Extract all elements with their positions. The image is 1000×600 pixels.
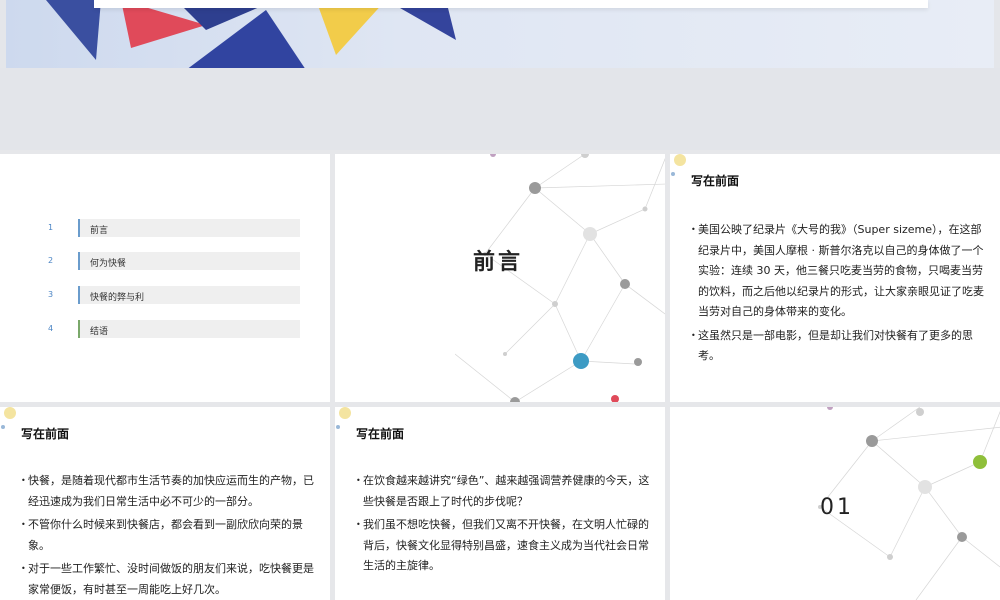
- bullet-list: 快餐，是随着现代都市生活节奏的加快应运而生的产物，已经迅速成为我们日常生活中必不…: [21, 471, 321, 600]
- slide-heading: 写在前面: [691, 174, 740, 188]
- toc-label: 前言: [90, 226, 109, 236]
- toc-number: 1: [48, 223, 54, 232]
- slide-intro-2[interactable]: 写在前面 快餐，是随着现代都市生活节奏的加快应运而生的产物，已经迅速成为我们日常…: [0, 407, 330, 600]
- toc-label: 结语: [90, 327, 109, 337]
- slide-heading: 写在前面: [21, 427, 70, 441]
- bullet-list: 在饮食越来越讲究“绿色”、越来越强调营养健康的今天，这些快餐是否跟上了时代的步伐…: [356, 471, 656, 580]
- corner-bubble-decoration: [1, 407, 16, 429]
- toc-bar: [78, 219, 300, 237]
- section-title: 前言: [473, 250, 524, 275]
- bullet-item: 我们虽不想吃快餐，但我们又离不开快餐，在文明人忙碌的背后，快餐文化显得特别昌盛，…: [356, 515, 656, 577]
- toc-item[interactable]: 3 快餐的弊与利: [0, 286, 330, 306]
- slide-intro-1[interactable]: 写在前面 美国公映了纪录片《大号的我》（Super sizeme），在这部纪录片…: [670, 154, 1000, 402]
- toc-bar: [78, 320, 300, 338]
- bullet-item: 对于一些工作繁忙、没时间做饭的朋友们来说，吃快餐更是家常便饭，有时甚至一周能吃上…: [21, 559, 321, 600]
- bullet-item: 美国公映了纪录片《大号的我》（Super sizeme），在这部纪录片中，美国人…: [691, 220, 991, 323]
- slide-heading: 写在前面: [356, 427, 405, 441]
- toc-number: 4: [48, 324, 54, 333]
- bullet-item: 这虽然只是一部电影，但是却让我们对快餐有了更多的思考。: [691, 326, 991, 367]
- slide-section-title[interactable]: 前言: [335, 154, 665, 402]
- bullet-list: 美国公映了纪录片《大号的我》（Super sizeme），在这部纪录片中，美国人…: [691, 220, 991, 370]
- geometric-triangles-decoration: [46, 0, 456, 68]
- network-nodes-decoration: [455, 154, 665, 402]
- slide-toc[interactable]: 1 前言 2 何为快餐 3 快餐的弊与利 4 结语: [0, 154, 330, 402]
- toc-item[interactable]: 4 结语: [0, 320, 330, 340]
- toc-label: 何为快餐: [90, 259, 127, 269]
- bullet-item: 快餐，是随着现代都市生活节奏的加快应运而生的产物，已经迅速成为我们日常生活中必不…: [21, 471, 321, 512]
- network-edge-decoration: [670, 204, 692, 304]
- toc-item[interactable]: 2 何为快餐: [0, 252, 330, 272]
- section-number: 01: [820, 495, 854, 520]
- partial-slide-preview[interactable]: [6, 0, 994, 68]
- corner-bubble-decoration: [671, 154, 686, 176]
- slide-intro-3[interactable]: 写在前面 在饮食越来越讲究“绿色”、越来越强调营养健康的今天，这些快餐是否跟上了…: [335, 407, 665, 600]
- slide-section-01[interactable]: 01: [670, 407, 1000, 600]
- slide-card-edge: [94, 0, 928, 8]
- toc-item[interactable]: 1 前言: [0, 219, 330, 239]
- bullet-item: 在饮食越来越讲究“绿色”、越来越强调营养健康的今天，这些快餐是否跟上了时代的步伐…: [356, 471, 656, 512]
- bullet-item: 不管你什么时候来到快餐店，都会看到一副欣欣向荣的景象。: [21, 515, 321, 556]
- toc-number: 3: [48, 290, 54, 299]
- toc-label: 快餐的弊与利: [90, 293, 145, 303]
- toc-number: 2: [48, 256, 54, 265]
- corner-bubble-decoration: [336, 407, 351, 429]
- separator-band: [0, 68, 1000, 150]
